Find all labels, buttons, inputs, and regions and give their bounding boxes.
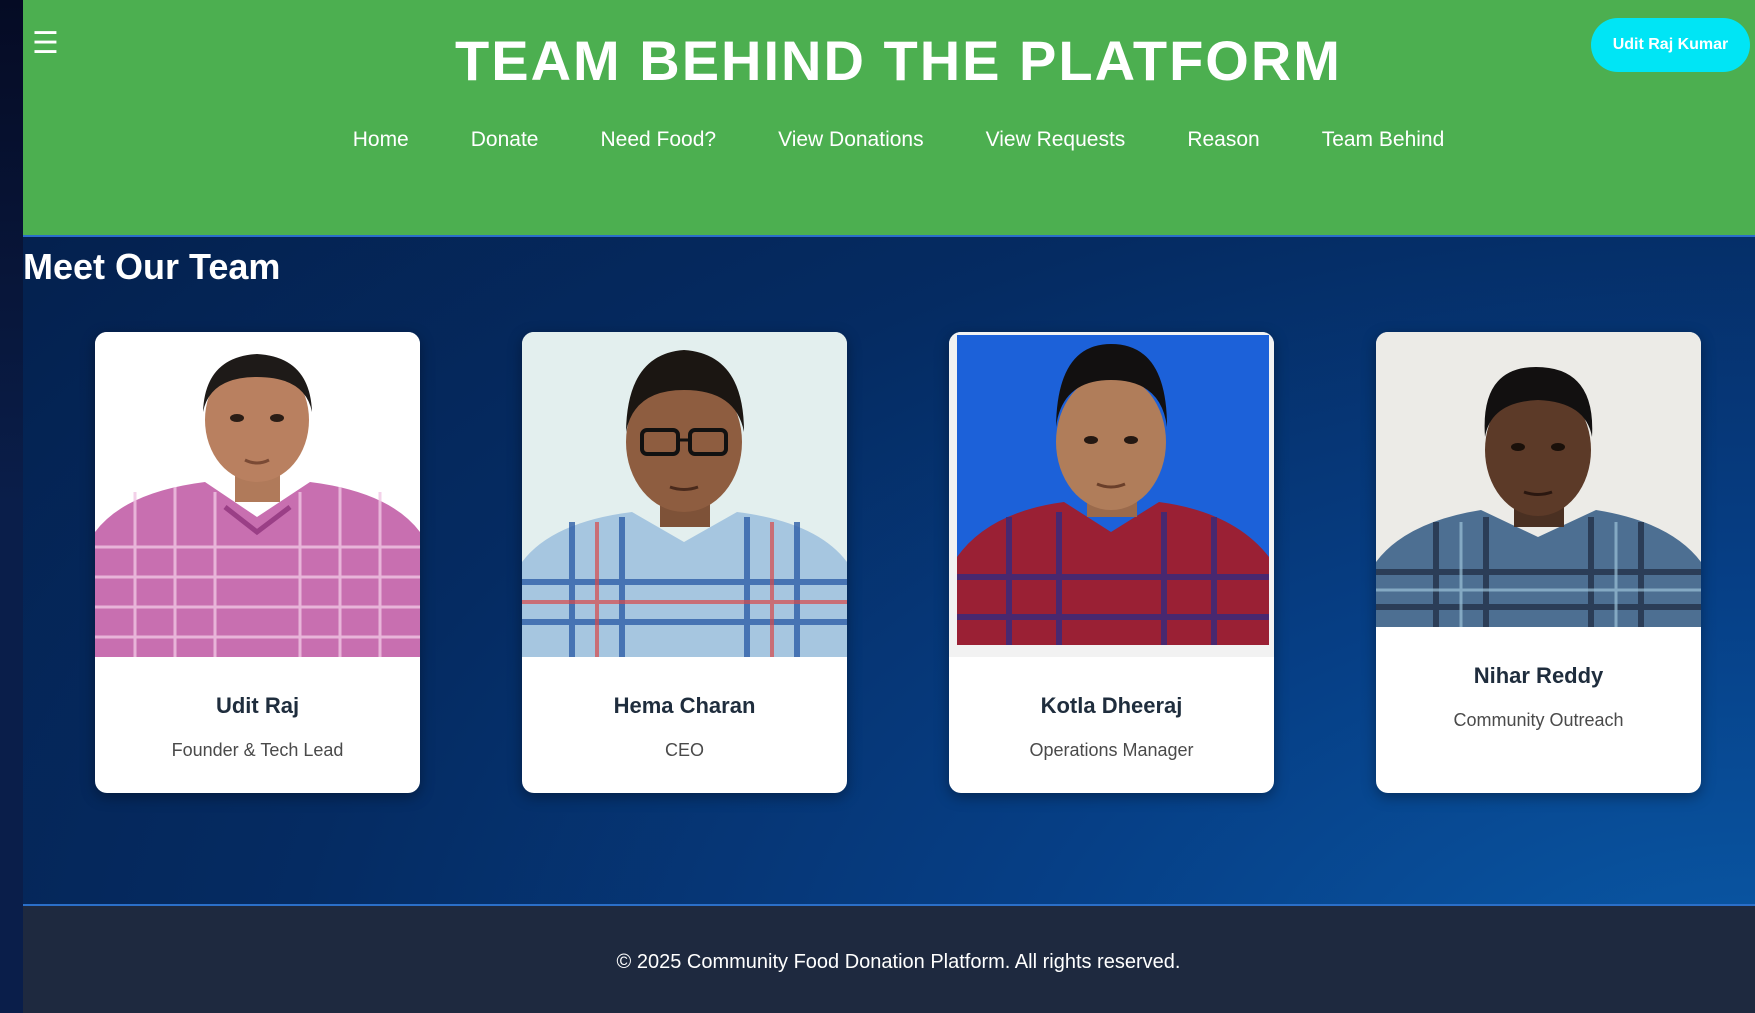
member-name: Udit Raj	[215, 693, 300, 718]
member-name: Nihar Reddy	[1473, 663, 1604, 688]
section-title: Meet Our Team	[23, 246, 281, 287]
left-edge-strip	[0, 0, 23, 1013]
user-profile-button[interactable]: Udit Raj Kumar	[1591, 18, 1750, 72]
page-title: TEAM BEHIND THE PLATFORM	[455, 29, 1342, 92]
nav-reason[interactable]: Reason	[1156, 128, 1290, 152]
member-photo	[949, 332, 1274, 657]
team-card: Kotla Dheeraj Operations Manager	[949, 332, 1274, 793]
team-card: Nihar Reddy Community Outreach	[1376, 332, 1701, 793]
site-header: ☰ TEAM BEHIND THE PLATFORM Udit Raj Kuma…	[23, 0, 1755, 237]
nav-donate[interactable]: Donate	[440, 128, 570, 152]
team-card: Hema Charan CEO	[522, 332, 847, 793]
page: ☰ TEAM BEHIND THE PLATFORM Udit Raj Kuma…	[23, 0, 1755, 1013]
nav-need-food[interactable]: Need Food?	[569, 128, 747, 152]
site-footer: © 2025 Community Food Donation Platform.…	[23, 904, 1755, 1013]
member-photo	[522, 332, 847, 657]
member-name: Hema Charan	[613, 693, 756, 718]
member-role: Operations Manager	[1029, 740, 1194, 760]
team-card: Udit Raj Founder & Tech Lead	[95, 332, 420, 793]
nav-view-requests[interactable]: View Requests	[955, 128, 1157, 152]
main-nav: Home Donate Need Food? View Donations Vi…	[23, 128, 1755, 152]
member-photo	[1376, 332, 1701, 627]
nav-home[interactable]: Home	[322, 128, 440, 152]
member-role: Community Outreach	[1453, 710, 1624, 730]
member-role: CEO	[664, 740, 704, 760]
nav-team-behind[interactable]: Team Behind	[1291, 128, 1476, 152]
member-photo	[95, 332, 420, 657]
nav-view-donations[interactable]: View Donations	[747, 128, 955, 152]
copyright-text: © 2025 Community Food Donation Platform.…	[616, 951, 1181, 973]
member-role: Founder & Tech Lead	[171, 740, 344, 760]
member-name: Kotla Dheeraj	[1040, 693, 1183, 718]
